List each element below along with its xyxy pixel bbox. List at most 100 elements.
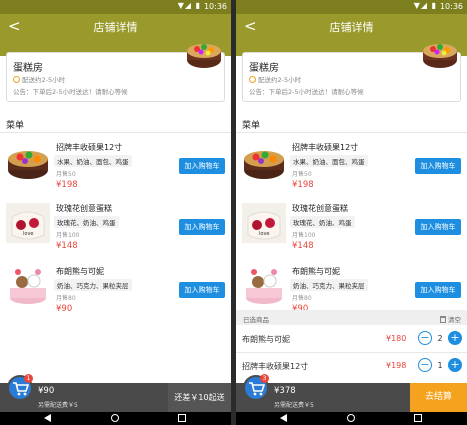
status-icons: ▼◢ ▮ [177, 1, 201, 10]
nav-back-icon[interactable] [44, 414, 51, 422]
menu-item: love 玫瑰花创意蛋糕 玫瑰花、奶油、鸡蛋 月售100 ¥148 加入购物车 [0, 203, 231, 263]
add-to-cart-button[interactable]: 加入购物车 [179, 158, 225, 174]
item-name: 玫瑰花创意蛋糕 [292, 204, 348, 213]
menu-item: love 玫瑰花创意蛋糕 玫瑰花、奶油、鸡蛋 月售100 ¥148 加入购物车 [236, 203, 467, 263]
item-sales: 月售80 [56, 295, 76, 302]
title-bar: < 店铺详情 [0, 14, 231, 40]
item-name: 玫瑰花创意蛋糕 [56, 204, 112, 213]
item-price: ¥198 [56, 180, 78, 190]
delivery-time: 配送约2-5小时 [13, 74, 65, 84]
page-title: 店铺详情 [329, 21, 374, 34]
android-nav-bar [0, 412, 231, 425]
add-to-cart-button[interactable]: 加入购物车 [415, 282, 461, 298]
cart-row: 招牌丰收硕果12寸 ¥198 − 1 + [236, 353, 467, 380]
cart-count-badge: 1 [24, 374, 33, 383]
clock-icon [13, 76, 20, 83]
item-description: 玫瑰花、奶油、鸡蛋 [290, 216, 355, 228]
cart-item-price: ¥198 [386, 361, 407, 370]
cart-item-quantity: 2 [437, 334, 443, 343]
add-to-cart-button[interactable]: 加入购物车 [415, 158, 461, 174]
item-description: 水果、奶油、面包、鸡蛋 [54, 155, 132, 167]
item-description: 玫瑰花、奶油、鸡蛋 [54, 216, 119, 228]
item-name: 招牌丰收硕果12寸 [56, 143, 123, 152]
item-description: 水果、奶油、面包、鸡蛋 [290, 155, 368, 167]
title-bar: < 店铺详情 [236, 14, 467, 40]
cart-count-badge: 3 [260, 374, 269, 383]
nav-home-icon[interactable] [111, 414, 119, 422]
cake-photo-bear [242, 266, 286, 306]
delivery-time: 配送约2-5小时 [249, 74, 301, 84]
add-to-cart-button[interactable]: 加入购物车 [179, 219, 225, 235]
increase-quantity-button[interactable]: + [448, 331, 462, 345]
minimum-order-notice: 还差￥10起送 [168, 383, 231, 412]
shop-name: 蛋糕房 [13, 63, 43, 74]
add-to-cart-button[interactable]: 加入购物车 [179, 282, 225, 298]
status-icons: ▼◢ ▮ [413, 1, 437, 10]
clear-cart-button[interactable]: 清空 [440, 314, 461, 324]
cart-item-name: 招牌丰收硕果12寸 [242, 362, 309, 371]
cake-photo-fruit [244, 151, 284, 179]
menu-divider [236, 132, 467, 133]
status-bar: ▼◢ ▮ 10:36 [0, 0, 231, 14]
status-time: 10:36 [203, 2, 227, 11]
nav-home-icon[interactable] [347, 414, 355, 422]
item-description: 奶油、巧克力、果粒夹层 [290, 279, 368, 291]
item-sales: 月售100 [56, 232, 80, 239]
cake-photo-rose: love [6, 203, 50, 243]
item-description: 奶油、巧克力、果粒夹层 [54, 279, 132, 291]
page-title: 店铺详情 [93, 21, 138, 34]
shop-screen-cart-open: ▼◢ ▮ 10:36 < 店铺详情 蛋糕房 配送约2-5小时 公告：下单后2-5… [236, 0, 467, 425]
menu-item: 布朗熊与可妮 奶油、巧克力、果粒夹层 月售80 ¥90 加入购物车 [0, 266, 231, 326]
shop-logo-cake [423, 44, 457, 68]
item-price: ¥90 [56, 304, 73, 314]
shop-name: 蛋糕房 [249, 63, 279, 74]
cart-total: ¥378 [274, 386, 296, 396]
cake-photo-bear [6, 266, 50, 306]
cake-photo-fruit [8, 151, 48, 179]
nav-back-icon[interactable] [280, 414, 287, 422]
cart-item-price: ¥180 [386, 334, 407, 343]
item-name: 布朗熊与可妮 [292, 267, 340, 276]
cart-bar: 3 ¥378 另需配送费￥5 去结算 [236, 374, 467, 412]
trash-icon [440, 316, 446, 323]
nav-recent-icon[interactable] [414, 414, 422, 422]
cart-item-quantity: 1 [437, 361, 443, 370]
menu-section-title: 菜单 [242, 121, 261, 131]
svg-text:love: love [259, 231, 269, 237]
delivery-fee: 另需配送费￥5 [38, 402, 78, 409]
cart-panel-title: 已选商品 [243, 316, 269, 324]
status-time: 10:36 [439, 2, 463, 11]
item-price: ¥148 [56, 241, 78, 251]
delivery-text: 配送约2-5小时 [258, 76, 302, 84]
delivery-text: 配送约2-5小时 [22, 76, 66, 84]
shop-screen-default: ▼◢ ▮ 10:36 < 店铺详情 蛋糕房 配送约2-5小时 公告：下单后2-5… [0, 0, 231, 425]
item-sales: 月售50 [292, 171, 312, 178]
clock-icon [249, 76, 256, 83]
cart-bar: 1 ¥90 另需配送费￥5 还差￥10起送 [0, 374, 231, 412]
checkout-button[interactable]: 去结算 [410, 383, 467, 412]
menu-item: 招牌丰收硕果12寸 水果、奶油、面包、鸡蛋 月售50 ¥198 加入购物车 [236, 142, 467, 202]
android-nav-bar [236, 412, 467, 425]
shop-logo-cake [187, 44, 221, 68]
cart-panel: 已选商品 清空 布朗熊与可妮 ¥180 − 2 + 招牌丰收硕果12寸 ¥198… [236, 310, 467, 383]
cart-row: 布朗熊与可妮 ¥180 − 2 + [236, 326, 467, 353]
nav-recent-icon[interactable] [178, 414, 186, 422]
menu-divider [0, 132, 231, 133]
menu-item: 招牌丰收硕果12寸 水果、奶油、面包、鸡蛋 月售50 ¥198 加入购物车 [0, 142, 231, 202]
menu-section-title: 菜单 [6, 121, 25, 131]
shop-notice: 公告：下单后2-5小时送达！请耐心等候 [249, 88, 364, 96]
delivery-fee: 另需配送费￥5 [274, 402, 314, 409]
shop-notice: 公告：下单后2-5小时送达！请耐心等候 [13, 88, 128, 96]
add-to-cart-button[interactable]: 加入购物车 [415, 219, 461, 235]
decrease-quantity-button[interactable]: − [418, 358, 432, 372]
item-name: 招牌丰收硕果12寸 [292, 143, 359, 152]
decrease-quantity-button[interactable]: − [418, 331, 432, 345]
item-sales: 月售80 [292, 295, 312, 302]
item-sales: 月售100 [292, 232, 316, 239]
item-sales: 月售50 [56, 171, 76, 178]
cart-panel-header: 已选商品 清空 [236, 310, 467, 325]
increase-quantity-button[interactable]: + [448, 358, 462, 372]
svg-text:love: love [23, 231, 33, 237]
cake-photo-rose: love [242, 203, 286, 243]
cart-item-name: 布朗熊与可妮 [242, 335, 290, 344]
